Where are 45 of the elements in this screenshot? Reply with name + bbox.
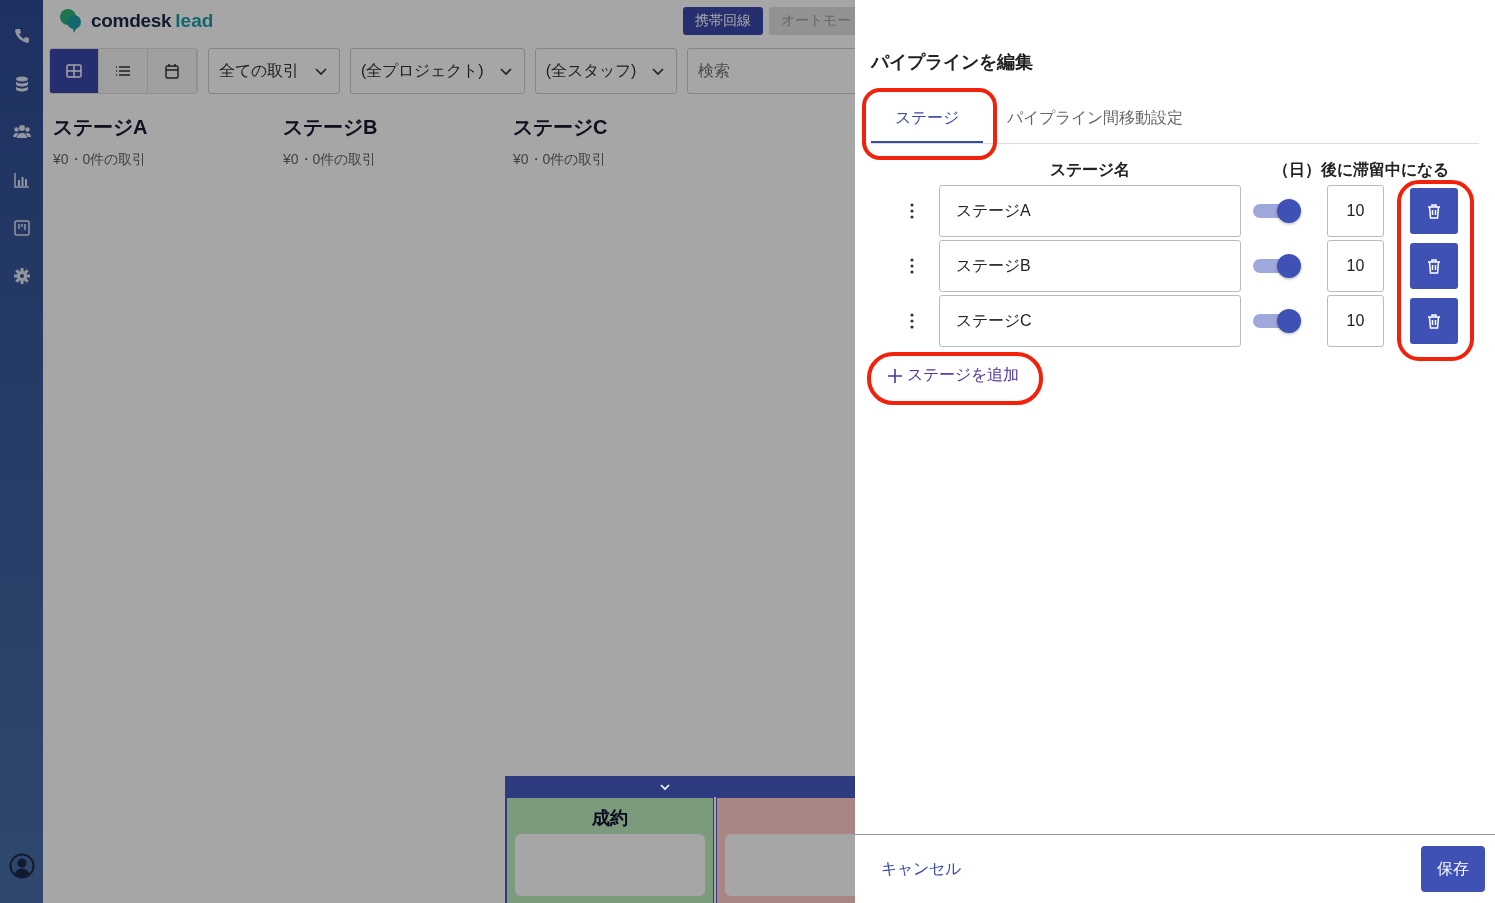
filter-dropdown[interactable]: (全プロジェクト) bbox=[350, 48, 525, 94]
column-title: 成約 bbox=[592, 808, 628, 828]
toggle-switch[interactable] bbox=[1253, 308, 1301, 334]
days-field[interactable]: 10 bbox=[1327, 240, 1384, 292]
calendar-icon bbox=[163, 62, 181, 80]
days-field[interactable]: 10 bbox=[1327, 295, 1384, 347]
trash-icon bbox=[1425, 257, 1443, 275]
stage-title: ステージA bbox=[53, 115, 149, 140]
bar-chart-icon[interactable] bbox=[11, 170, 32, 190]
filter-dropdown[interactable]: (全スタッフ) bbox=[534, 48, 678, 94]
days-field[interactable]: 10 bbox=[1327, 185, 1384, 237]
plus-icon bbox=[887, 367, 903, 384]
stage-title: ステージB bbox=[283, 115, 379, 140]
tab[interactable]: パイプライン間移動設定 bbox=[983, 96, 1207, 143]
column-header: ステージ名 bbox=[1049, 160, 1131, 180]
stage-summary: ¥0・0件の取引 bbox=[283, 151, 377, 169]
trash-icon bbox=[1425, 312, 1443, 330]
tab[interactable]: ステージ bbox=[871, 96, 983, 143]
add-stage-button[interactable]: ステージを追加 bbox=[887, 359, 1019, 392]
header-button[interactable]: 携帯回線 bbox=[683, 7, 763, 35]
filter-dropdown[interactable]: 全ての取引 bbox=[208, 48, 340, 94]
stage-summary: ¥0・0件の取引 bbox=[513, 151, 607, 169]
cancel-button[interactable]: キャンセル bbox=[881, 854, 961, 884]
trash-icon bbox=[1425, 202, 1443, 220]
stage-title: ステージC bbox=[513, 115, 609, 140]
save-button[interactable]: 保存 bbox=[1421, 846, 1485, 892]
toggle-switch[interactable] bbox=[1253, 253, 1301, 279]
settings-icon[interactable] bbox=[11, 266, 32, 286]
delete-button[interactable] bbox=[1410, 188, 1458, 234]
view-toggle[interactable] bbox=[99, 49, 148, 93]
stage-summary: ¥0・0件の取引 bbox=[53, 151, 147, 169]
stage-name-field[interactable]: ステージB bbox=[939, 240, 1241, 292]
toggle-switch[interactable] bbox=[1253, 198, 1301, 224]
grid-icon bbox=[65, 62, 83, 80]
stage-name-field[interactable]: ステージA bbox=[939, 185, 1241, 237]
view-toggle[interactable] bbox=[148, 49, 197, 93]
column-header: （日）後に滞留中になる bbox=[1273, 160, 1449, 181]
logo-suffix: lead bbox=[175, 10, 214, 32]
logo-text: comdesk bbox=[91, 10, 172, 32]
view-toggle[interactable] bbox=[50, 49, 99, 93]
stage-name-field[interactable]: ステージC bbox=[939, 295, 1241, 347]
delete-button[interactable] bbox=[1410, 298, 1458, 344]
board-icon[interactable] bbox=[11, 218, 32, 238]
delete-button[interactable] bbox=[1410, 243, 1458, 289]
speech-bubbles-icon bbox=[59, 8, 83, 34]
